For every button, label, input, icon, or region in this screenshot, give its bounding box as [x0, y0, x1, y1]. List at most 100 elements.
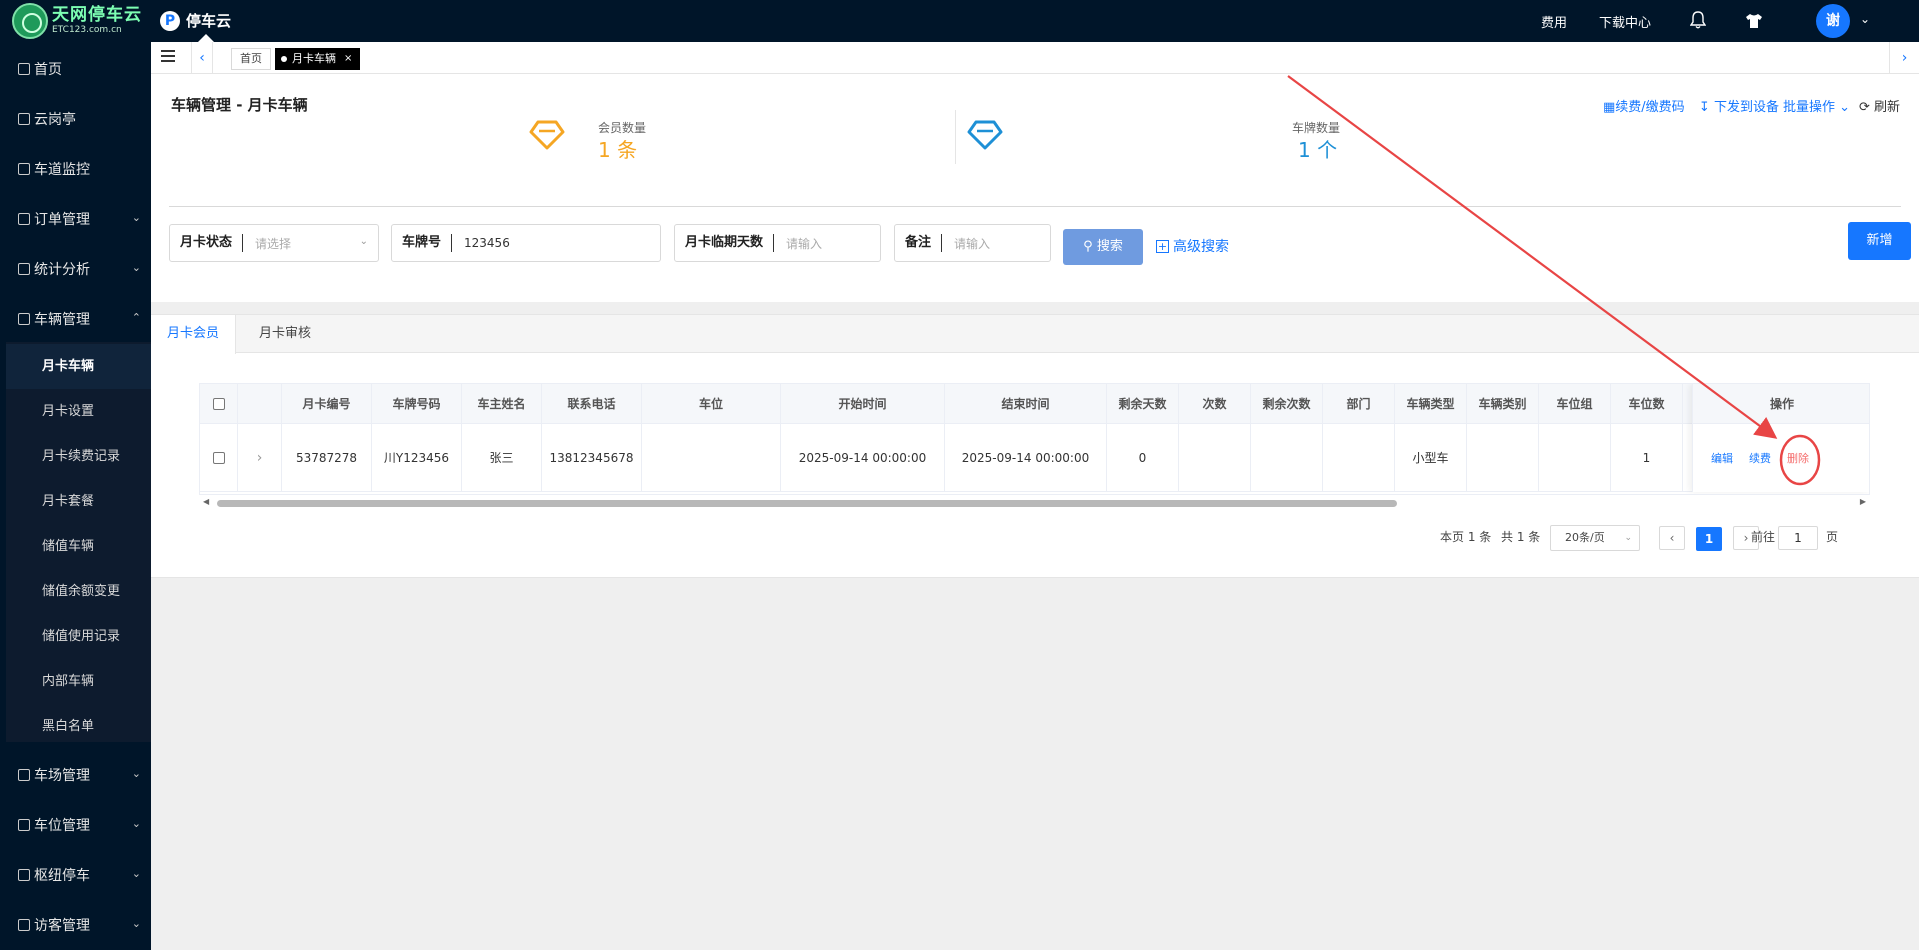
- column-header: 操作: [1693, 384, 1869, 424]
- sidebar-item-parking-lots[interactable]: 车场管理 ⌄: [0, 750, 151, 800]
- add-button[interactable]: 新增: [1848, 222, 1911, 260]
- plate-value: 123456: [464, 236, 510, 250]
- close-icon[interactable]: ×: [344, 48, 352, 70]
- members-value: 1 条: [598, 138, 638, 162]
- chevron-down-icon[interactable]: ⌄: [1860, 12, 1870, 26]
- members-stat: 会员数量 1 条: [598, 119, 646, 163]
- submenu-black-white-list[interactable]: 黑白名单: [6, 704, 151, 749]
- delete-button[interactable]: 删除: [1787, 450, 1809, 466]
- page-size-select[interactable]: 20条/页 ⌄: [1550, 525, 1640, 551]
- bell-icon[interactable]: [1690, 11, 1706, 29]
- submenu-usage-records[interactable]: 储值使用记录: [6, 614, 151, 659]
- chevron-right-icon[interactable]: ›: [257, 450, 263, 466]
- issue-device-button[interactable]: ↧ 下发到设备: [1699, 96, 1779, 115]
- column-header[interactable]: 车位组: [1539, 384, 1611, 423]
- renew-code-button[interactable]: ▦续费/缴费码: [1603, 96, 1685, 115]
- product-switcher[interactable]: P 停车云: [160, 10, 231, 31]
- table-cell: [1323, 424, 1395, 491]
- parking-p-icon: P: [160, 10, 180, 31]
- prev-page-button[interactable]: ‹: [1659, 526, 1685, 550]
- column-header[interactable]: 车位: [642, 384, 781, 423]
- sidebar-item-lane-monitor[interactable]: 车道监控: [0, 144, 151, 194]
- plate-field[interactable]: 车牌号 123456: [391, 224, 661, 262]
- download-center-link[interactable]: 下载中心: [1599, 12, 1651, 31]
- theme-shirt-icon[interactable]: [1745, 13, 1763, 29]
- advanced-search-link[interactable]: + 高级搜索: [1156, 236, 1229, 256]
- page-suffix: 页: [1826, 530, 1839, 544]
- renew-code-label: 续费/缴费码: [1615, 100, 1685, 115]
- table-cell: 2025-09-14 00:00:00: [781, 424, 945, 491]
- logo[interactable]: 天网停车云 ETC123.com.cn: [12, 2, 152, 40]
- sidebar-item-orders[interactable]: 订单管理 ⌄: [0, 194, 151, 244]
- refresh-label: 刷新: [1874, 100, 1901, 115]
- tab-monthly-review[interactable]: 月卡审核: [243, 315, 327, 353]
- column-header[interactable]: 月卡编号: [282, 384, 372, 423]
- scroll-thumb[interactable]: [217, 500, 1397, 507]
- sidebar: 首页 云岗亭 车道监控 订单管理 ⌄ 统计分析 ⌄ 车辆管理 ⌃ 月卡车辆 月卡设置 …: [0, 42, 151, 950]
- scroll-left-icon[interactable]: ◀: [203, 497, 209, 506]
- submenu-stored-value-vehicles[interactable]: 储值车辆: [6, 524, 151, 569]
- refresh-button[interactable]: ⟳ 刷新: [1859, 96, 1900, 115]
- tab-monthly-members[interactable]: 月卡会员: [151, 315, 237, 354]
- tab-monthly-vehicles[interactable]: 月卡车辆 ×: [275, 48, 361, 70]
- batch-operations-dropdown[interactable]: 批量操作 ⌄: [1783, 96, 1850, 115]
- sidebar-item-visitors[interactable]: 访客管理 ⌄: [0, 900, 151, 950]
- column-header[interactable]: 开始时间: [781, 384, 945, 423]
- operations-column: 操作 编辑 续费 删除: [1692, 384, 1869, 492]
- tab-home[interactable]: 首页: [231, 48, 271, 70]
- renew-button[interactable]: 续费: [1749, 450, 1771, 466]
- sidebar-item-hub-parking[interactable]: 枢纽停车 ⌄: [0, 850, 151, 900]
- fees-link[interactable]: 费用: [1541, 12, 1567, 31]
- submenu-monthly-packages[interactable]: 月卡套餐: [6, 479, 151, 524]
- logo-domain: ETC123.com.cn: [52, 25, 122, 35]
- current-page[interactable]: 1: [1696, 527, 1722, 551]
- user-avatar[interactable]: 谢: [1816, 4, 1850, 38]
- submenu-balance-changes[interactable]: 储值余额变更: [6, 569, 151, 614]
- column-header[interactable]: 剩余天数: [1107, 384, 1179, 423]
- sidebar-item-statistics[interactable]: 统计分析 ⌄: [0, 244, 151, 294]
- total-count: 共 1 条: [1501, 530, 1541, 544]
- expiry-days-field[interactable]: 月卡临期天数 请输入: [674, 224, 881, 262]
- submenu-monthly-vehicles[interactable]: 月卡车辆: [6, 344, 151, 389]
- status-select[interactable]: 月卡状态 请选择 ⌄: [169, 224, 379, 262]
- chevron-left-icon[interactable]: ‹: [191, 42, 213, 74]
- column-header[interactable]: 车辆类别: [1467, 384, 1539, 423]
- horizontal-scrollbar[interactable]: ◀ ▶: [199, 497, 1870, 509]
- chevron-right-icon[interactable]: ›: [1889, 42, 1919, 74]
- note-field[interactable]: 备注 请输入: [894, 224, 1051, 262]
- sidebar-item-cloud-booth[interactable]: 云岗亭: [0, 94, 151, 144]
- data-table: 月卡编号 车牌号码 车主姓名 联系电话 车位 开始时间 结束时间 剩余天数 次数…: [199, 383, 1870, 495]
- edit-button[interactable]: 编辑: [1711, 450, 1733, 466]
- row-select-cell: [200, 424, 238, 491]
- submenu-internal-vehicles[interactable]: 内部车辆: [6, 659, 151, 704]
- sidebar-item-vehicles[interactable]: 车辆管理 ⌃: [0, 294, 151, 344]
- column-header[interactable]: 结束时间: [945, 384, 1107, 423]
- sidebar-item-home[interactable]: 首页: [0, 44, 151, 94]
- column-header[interactable]: 次数: [1179, 384, 1251, 423]
- column-header[interactable]: 剩余次数: [1251, 384, 1323, 423]
- column-header[interactable]: 联系电话: [542, 384, 642, 423]
- submenu-renewal-records[interactable]: 月卡续费记录: [6, 434, 151, 479]
- column-header[interactable]: 车主姓名: [462, 384, 542, 423]
- search-label: 搜索: [1096, 239, 1123, 254]
- status-label: 月卡状态: [170, 234, 244, 252]
- sidebar-item-label: 首页: [34, 62, 62, 78]
- row-checkbox[interactable]: [212, 451, 225, 464]
- chevron-down-icon: ⌄: [131, 817, 141, 830]
- scroll-right-icon[interactable]: ▶: [1860, 497, 1866, 506]
- table-cell: [642, 424, 781, 491]
- goto-page-input[interactable]: 1: [1778, 526, 1818, 550]
- advanced-search-label: 高级搜索: [1173, 239, 1229, 255]
- select-all-checkbox[interactable]: [212, 397, 225, 410]
- chevron-down-icon: ⌄: [131, 767, 141, 780]
- diamond-icon: [529, 120, 565, 150]
- column-header[interactable]: 部门: [1323, 384, 1395, 423]
- search-button[interactable]: ⚲ 搜索: [1063, 229, 1143, 265]
- submenu-monthly-settings[interactable]: 月卡设置: [6, 389, 151, 434]
- column-header[interactable]: 车牌号码: [372, 384, 462, 423]
- column-header[interactable]: 车辆类型: [1395, 384, 1467, 423]
- menu-toggle-icon[interactable]: [161, 50, 175, 62]
- sidebar-item-spaces[interactable]: 车位管理 ⌄: [0, 800, 151, 850]
- table-row[interactable]: › 53787278 川Y123456 张三 13812345678 2025-…: [200, 424, 1869, 492]
- column-header[interactable]: 车位数: [1611, 384, 1683, 423]
